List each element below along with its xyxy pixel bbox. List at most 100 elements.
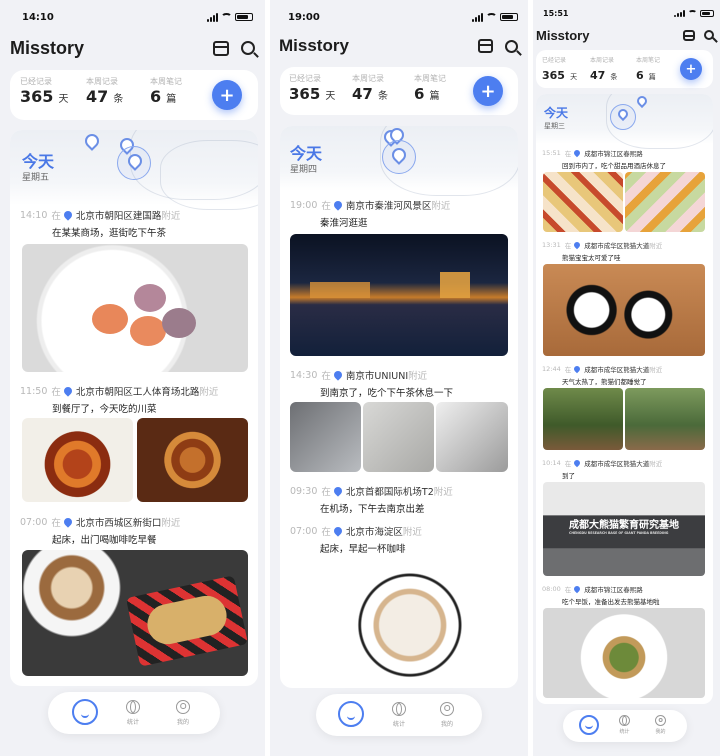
entry-place[interactable]: 成都市成华区熊猫大道 xyxy=(584,458,649,468)
status-time: 19:00 xyxy=(288,11,320,23)
entry-photo[interactable] xyxy=(543,172,623,232)
entry-place[interactable]: 北京市朝阳区工人体育场北路 xyxy=(76,384,200,398)
entry-photo[interactable] xyxy=(22,418,133,502)
entry-photo[interactable] xyxy=(22,244,248,372)
user-icon xyxy=(655,715,666,726)
stat-value: 365 xyxy=(542,69,565,82)
entry-place[interactable]: 北京市朝阳区建国路 xyxy=(76,208,162,222)
header-actions xyxy=(478,39,518,53)
entry-photo[interactable] xyxy=(543,388,623,450)
nav-stats-label: 统计 xyxy=(619,729,630,735)
entry-place[interactable]: 成都市锦江区春熙路 xyxy=(584,584,643,594)
entry-at: 在 xyxy=(564,586,572,594)
today-label: 今天 xyxy=(544,106,569,120)
location-icon xyxy=(332,369,344,381)
nav-stats[interactable]: 统计 xyxy=(126,700,140,726)
entry-meta: 08:00 在 成都市锦江区春熙路 xyxy=(542,584,643,594)
calendar-icon[interactable] xyxy=(683,29,695,41)
entry-meta: 14:30 在 南京市UNIUNI 附近 xyxy=(290,368,427,382)
sign-subtext: CHENGDU RESEARCH BASE OF GIANT PANDA BRE… xyxy=(569,531,669,535)
battery-icon xyxy=(500,13,518,21)
plus-icon: + xyxy=(219,84,235,106)
entry-meta: 14:10 在 北京市朝阳区建国路 附近 xyxy=(20,208,180,222)
nav-stats[interactable]: 统计 xyxy=(619,715,630,735)
stat-unit: 条 xyxy=(113,94,124,105)
entry-photo[interactable] xyxy=(290,234,508,356)
entry-note: 起床，出门喝咖啡吃早餐 xyxy=(52,535,157,546)
entry-place[interactable]: 成都市成华区熊猫大道 xyxy=(584,364,649,374)
entry-place[interactable]: 成都市成华区熊猫大道 xyxy=(584,240,649,250)
search-icon[interactable] xyxy=(241,41,255,55)
entry-near: 附近 xyxy=(433,487,453,498)
location-icon xyxy=(572,240,582,250)
entry-photo[interactable] xyxy=(625,388,705,450)
stat-value: 47 xyxy=(352,85,373,103)
entry-photo[interactable] xyxy=(290,558,508,680)
nav-stats[interactable]: 统计 xyxy=(392,702,406,728)
entry-meta: 12:44 在 成都市成华区熊猫大道 附近 xyxy=(542,364,662,374)
entry-photo[interactable] xyxy=(625,172,705,232)
entry-place[interactable]: 南京市秦淮河风景区 xyxy=(346,198,432,212)
entry-place[interactable]: 北京首都国际机场T2 xyxy=(346,484,434,498)
signal-icon xyxy=(674,9,685,17)
stat-label: 已经记录 xyxy=(289,74,321,83)
location-icon xyxy=(332,525,344,537)
nav-mine[interactable]: 我的 xyxy=(176,700,190,726)
timeline-card: 今天 星期四 19:00 在 南京市秦淮河风景区 附近 秦淮河逛逛 14:30 … xyxy=(280,126,518,688)
home-smile-icon xyxy=(579,715,599,735)
entry-place[interactable]: 成都市锦江区春熙路 xyxy=(584,148,643,158)
entry-near: 附近 xyxy=(431,201,451,212)
status-time: 15:51 xyxy=(543,8,569,18)
stat-unit: 天 xyxy=(570,73,578,81)
location-icon xyxy=(572,148,582,158)
entry-time: 15:51 xyxy=(542,149,561,157)
entry-photo[interactable]: 成都大熊猫繁育研究基地 CHENGDU RESEARCH BASE OF GIA… xyxy=(543,482,705,576)
location-icon xyxy=(332,199,344,211)
add-record-button[interactable]: + xyxy=(680,58,702,80)
stat-week-records: 本周记录 47 条 xyxy=(352,73,388,103)
entry-near: 附近 xyxy=(199,387,219,398)
nav-home[interactable] xyxy=(579,715,599,735)
add-record-button[interactable]: + xyxy=(473,76,503,106)
calendar-icon[interactable] xyxy=(478,39,493,53)
entry-photo[interactable] xyxy=(22,550,248,676)
entry-photo[interactable] xyxy=(436,402,508,472)
nav-mine[interactable]: 我的 xyxy=(655,715,666,735)
nav-mine[interactable]: 我的 xyxy=(440,702,454,728)
nav-home[interactable] xyxy=(72,699,98,725)
nav-home[interactable] xyxy=(338,701,364,727)
signal-icon xyxy=(472,12,483,22)
entry-note: 到餐厅了，今天吃的川菜 xyxy=(52,404,157,415)
phone-screen-1: 14:10 Misstory 已经记录 365 天 本周记录 47 条 本周笔记… xyxy=(0,0,265,756)
entry-photo[interactable] xyxy=(137,418,248,502)
entry-time: 11:50 xyxy=(20,385,48,397)
entry-photo[interactable] xyxy=(543,264,705,356)
location-icon xyxy=(62,516,74,528)
add-record-button[interactable]: + xyxy=(212,80,242,110)
home-smile-icon xyxy=(338,701,364,727)
app-header: Misstory xyxy=(10,36,255,60)
entry-place[interactable]: 北京市海淀区 xyxy=(346,524,403,538)
user-icon xyxy=(176,700,190,714)
entry-near: 附近 xyxy=(402,527,422,538)
stat-days: 已经记录 365 天 xyxy=(542,55,577,83)
entry-place[interactable]: 南京市UNIUNI xyxy=(346,368,408,382)
today-label: 今天 xyxy=(22,152,55,171)
entry-photo[interactable] xyxy=(290,402,361,472)
stat-label: 已经记录 xyxy=(542,57,567,64)
entry-meta: 07:00 在 北京市西城区新街口 附近 xyxy=(20,515,180,529)
entry-note: 吃个早饭，准备出发去熊猫基地啦 xyxy=(562,598,660,606)
entry-photo[interactable] xyxy=(363,402,434,472)
search-icon[interactable] xyxy=(505,39,518,53)
bottom-nav: 统计 我的 xyxy=(48,692,220,734)
calendar-icon[interactable] xyxy=(213,40,229,56)
entry-photo[interactable] xyxy=(543,608,705,698)
wifi-icon xyxy=(486,13,497,21)
search-icon[interactable] xyxy=(704,30,714,40)
entry-place[interactable]: 北京市西城区新街口 xyxy=(76,515,162,529)
stat-unit: 条 xyxy=(610,73,618,81)
weekday-label: 星期五 xyxy=(22,173,50,183)
entry-near: 附近 xyxy=(408,371,428,382)
entry-note: 熊猫宝宝太可爱了哇 xyxy=(562,254,621,262)
phone-screen-3: 15:51 Misstory 已经记录 365 天 本周记录 47 条 本周笔记… xyxy=(533,0,720,756)
